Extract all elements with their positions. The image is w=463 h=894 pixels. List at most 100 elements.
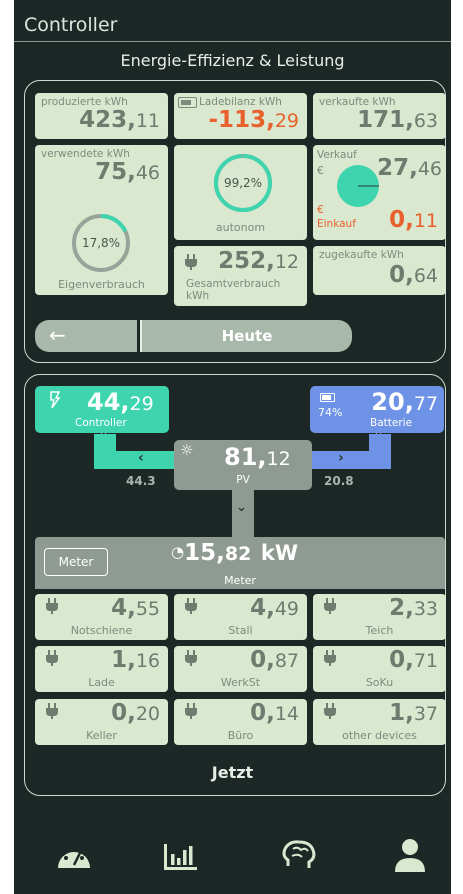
meter-label: Meter xyxy=(224,574,256,587)
battery-node[interactable]: 74% 20,77 Batterie xyxy=(310,386,444,433)
gauge-icon: ◔ xyxy=(171,543,185,561)
total-consumption-label: Gesamtverbrauch kWh xyxy=(186,278,281,302)
sale-tile: Verkauf € 27,46 € Einkauf 0,11 xyxy=(313,145,446,240)
sun-icon: ☼ xyxy=(180,441,194,459)
used-value: 75,46 xyxy=(95,159,160,185)
meter-unit: kW xyxy=(260,541,299,565)
section-title: Energie-Effizienz & Leistung xyxy=(120,51,345,70)
purchase-currency: € xyxy=(317,204,324,216)
total-consumption-value: 252,12 xyxy=(218,248,299,274)
battery-label: Batterie xyxy=(370,417,413,429)
header-divider xyxy=(14,41,451,42)
device-value: 0,14 xyxy=(250,700,299,726)
app-title: Controller xyxy=(24,14,118,36)
controller-label: Controller xyxy=(75,417,127,429)
device-value: 0,71 xyxy=(389,647,438,673)
speedometer-icon[interactable] xyxy=(55,838,93,872)
sold-tile: verkaufte kWh 171,63 xyxy=(313,93,446,139)
bought-value: 0,64 xyxy=(389,262,438,288)
battery-icon xyxy=(320,393,335,402)
controller-flow-bar xyxy=(94,451,176,469)
pv-node[interactable]: ☼ 81,12 PV xyxy=(174,440,312,490)
device-tile[interactable]: 0,87 WerkSt xyxy=(174,646,307,692)
battery-charge-icon xyxy=(178,96,197,108)
balance-tile: Ladebilanz kWh -113,29 xyxy=(174,93,307,139)
balance-value: -113,29 xyxy=(208,107,299,133)
plug-icon xyxy=(185,703,197,719)
device-value: 1,37 xyxy=(389,700,438,726)
user-icon[interactable] xyxy=(391,838,429,872)
autonomy-gauge-text: 99,2% xyxy=(224,176,262,190)
purchase-label: Einkauf xyxy=(317,218,356,230)
device-tile[interactable]: 0,14 Büro xyxy=(174,699,307,745)
device-tile[interactable]: 4,55 Notschiene xyxy=(35,594,168,640)
battery-value: 20,77 xyxy=(371,388,438,416)
device-tile[interactable]: 4,49 Stall xyxy=(174,594,307,640)
purchase-value: 0,11 xyxy=(389,207,438,233)
device-label: other devices xyxy=(342,729,417,742)
device-value: 0,87 xyxy=(250,647,299,673)
app-screen: Controller Energie-Effizienz & Leistung … xyxy=(14,0,451,894)
meter-button[interactable]: Meter xyxy=(44,548,108,576)
device-label: Keller xyxy=(86,729,117,742)
plug-icon xyxy=(324,598,336,614)
device-tile[interactable]: 1,16 Lade xyxy=(35,646,168,692)
period-button[interactable]: Heute xyxy=(140,320,352,352)
plug-icon xyxy=(185,650,197,666)
meter-reading: ◔15,82 kW xyxy=(171,540,298,566)
device-label: SoKu xyxy=(365,676,394,689)
arrow-left-icon: ← xyxy=(49,323,66,347)
plug-icon xyxy=(324,650,336,666)
autonomy-gauge: 99,2% xyxy=(214,154,272,212)
battery-percent: 74% xyxy=(318,406,343,419)
total-consumption-tile: 252,12 Gesamtverbrauch kWh xyxy=(174,246,307,306)
brain-icon[interactable] xyxy=(280,838,318,872)
pv-label: PV xyxy=(236,474,250,486)
device-label: Büro xyxy=(227,729,254,742)
device-label: Stall xyxy=(228,624,253,637)
meter-button-label: Meter xyxy=(58,555,94,569)
device-tile[interactable]: 0,71 SoKu xyxy=(313,646,446,692)
controller-node[interactable]: 44,29 Controller xyxy=(35,386,169,433)
plug-icon xyxy=(46,650,58,666)
device-label: WerkSt xyxy=(220,676,261,689)
device-value: 4,49 xyxy=(250,595,299,621)
sold-value: 171,63 xyxy=(357,107,438,133)
autonomy-tile: 99,2% autonom xyxy=(174,145,307,240)
back-button[interactable]: ← xyxy=(35,320,137,352)
self-consumption-gauge: 17,8% xyxy=(72,214,130,272)
bar-chart-icon[interactable] xyxy=(161,838,199,872)
chevron-down-icon: ⌄ xyxy=(236,500,247,515)
plug-icon xyxy=(185,598,197,614)
produced-value: 423,11 xyxy=(79,107,160,133)
device-value: 0,20 xyxy=(111,700,160,726)
used-tile: verwendete kWh 75,46 17,8% Eigenverbrauc… xyxy=(35,145,168,295)
device-label: Teich xyxy=(365,624,394,637)
left-flow-value: 44.3 xyxy=(126,474,156,488)
device-label: Lade xyxy=(88,676,115,689)
pv-value: 81,12 xyxy=(224,443,291,471)
right-flow-value: 20.8 xyxy=(324,474,354,488)
battery-flow-bar xyxy=(309,451,391,469)
device-tile[interactable]: 1,37 other devices xyxy=(313,699,446,745)
used-caption: Eigenverbrauch xyxy=(58,278,145,291)
plug-icon xyxy=(185,254,197,270)
bought-tile: zugekaufte kWh 0,64 xyxy=(313,246,446,295)
controller-value: 44,29 xyxy=(87,388,154,416)
period-label: Heute xyxy=(221,327,273,345)
sale-currency: € xyxy=(317,165,324,177)
device-label: Notschiene xyxy=(70,624,133,637)
chevron-right-icon: › xyxy=(338,450,344,466)
device-tile[interactable]: 0,20 Keller xyxy=(35,699,168,745)
lightning-icon xyxy=(50,391,61,409)
bought-label: zugekaufte kWh xyxy=(319,249,404,261)
device-tile[interactable]: 2,33 Teich xyxy=(313,594,446,640)
device-value: 4,55 xyxy=(111,595,160,621)
meter-dec: 82 xyxy=(224,543,252,565)
meter-connector xyxy=(232,490,254,540)
device-value: 1,16 xyxy=(111,647,160,673)
plug-icon xyxy=(46,703,58,719)
self-consumption-gauge-text: 17,8% xyxy=(82,236,120,250)
produced-tile: produzierte kWh 423,11 xyxy=(35,93,168,139)
sale-value: 27,46 xyxy=(377,155,442,181)
